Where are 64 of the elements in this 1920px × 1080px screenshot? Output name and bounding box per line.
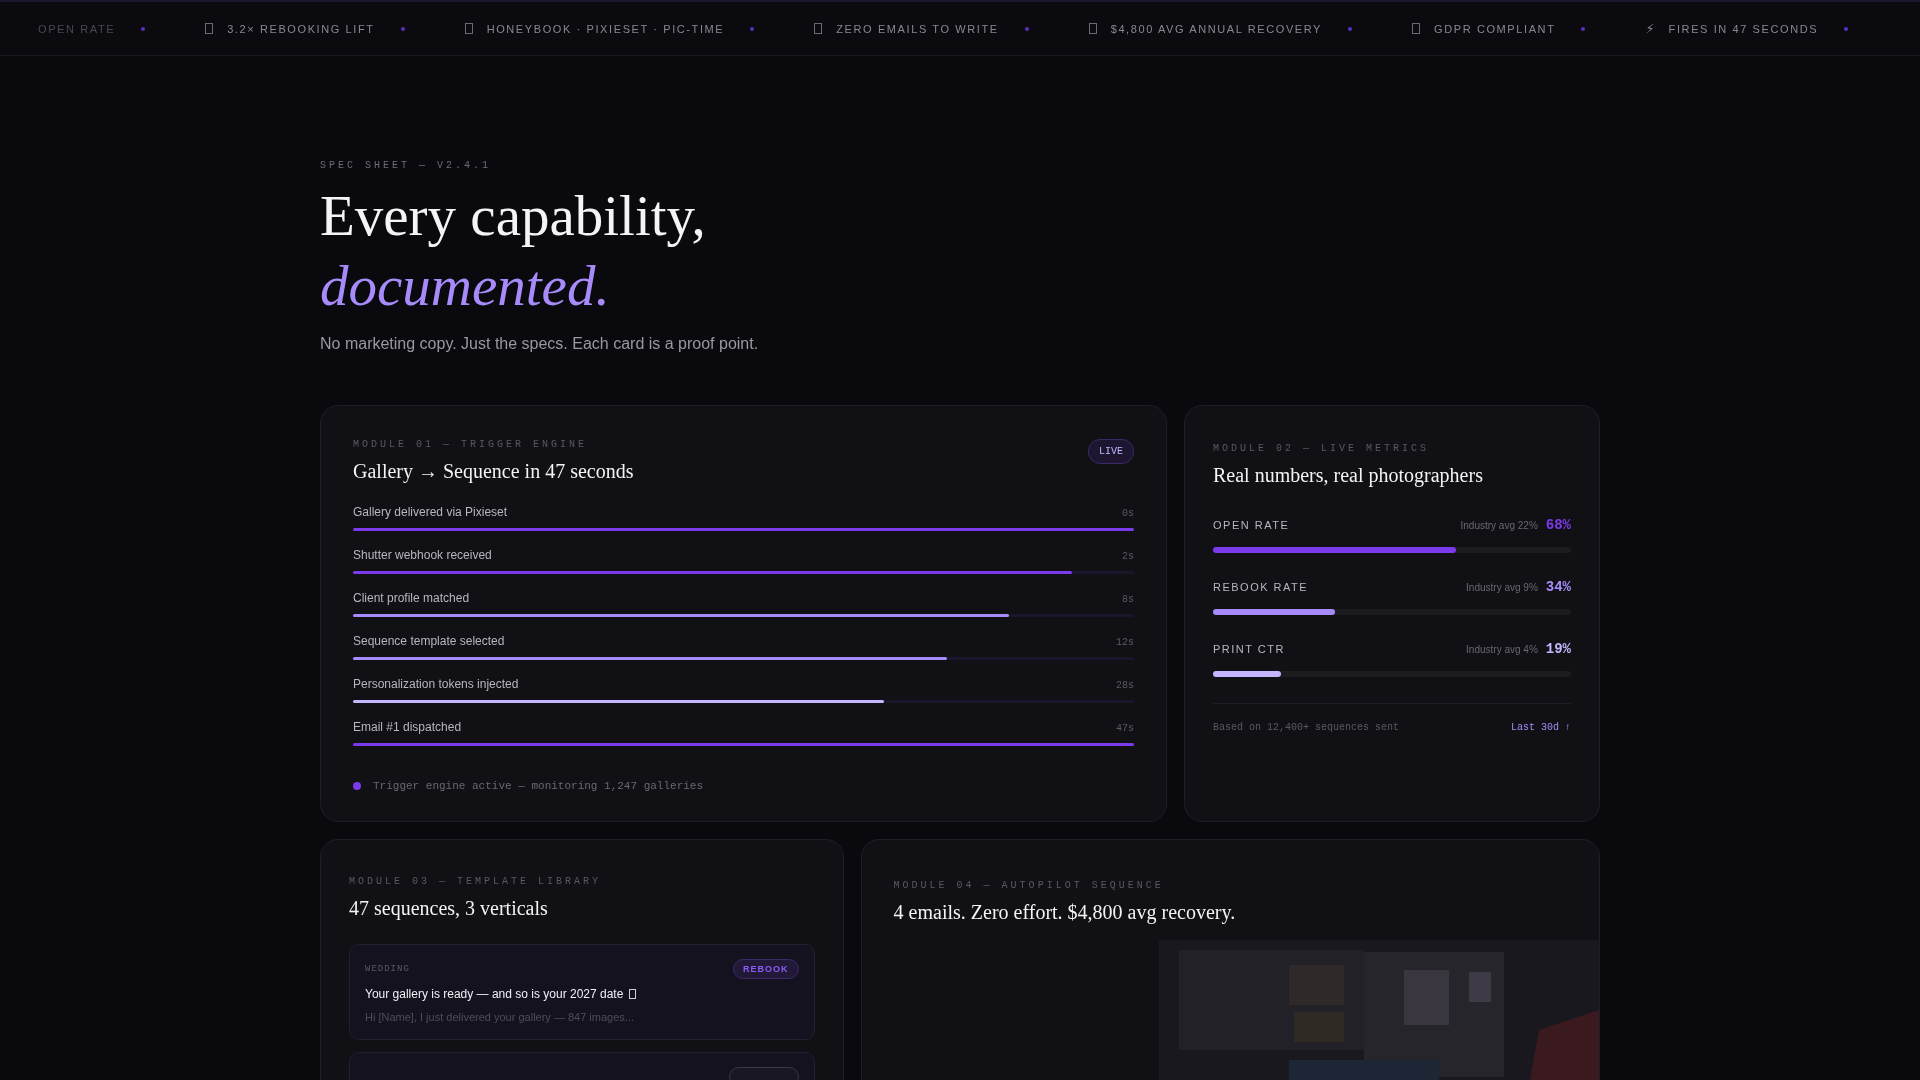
separator-dot-icon — [1348, 26, 1353, 31]
metric-value: 68% — [1545, 517, 1571, 533]
footnote: Based on 12,400+ sequences sent — [1213, 722, 1400, 733]
separator-dot-icon — [141, 26, 146, 31]
placeholder-glyph-icon — [814, 23, 823, 34]
step-label: Client profile matched — [353, 591, 470, 605]
email-subject: Your gallery is ready — and so is your 2027 date — [365, 987, 624, 1001]
step-time: 12s — [1116, 637, 1134, 648]
page-title-accent: documented. — [320, 253, 611, 319]
separator-dot-icon — [1844, 26, 1849, 31]
live-badge: LIVE — [1088, 439, 1134, 464]
placeholder-glyph-icon — [1088, 23, 1097, 34]
benchmark-text: Industry avg 9% — [1466, 581, 1538, 593]
card-title: 47 sequences, 3 verticals — [349, 897, 549, 920]
rebook-tag: REBOOK — [733, 959, 799, 979]
template-card[interactable]: WEDDING REBOOK Your gallery is ready — and so is your 2027 date Hi [Name], I just delivered your gallery — 847 images... — [349, 944, 815, 1040]
placeholder-glyph-icon — [205, 23, 214, 34]
status-text: Trigger engine active — monitoring 1,247 galleries — [373, 780, 704, 792]
ticker-label: OPEN RATE — [38, 22, 116, 35]
email-preview: Hi [Name], I just delivered your gallery — 847 images... — [365, 1011, 635, 1023]
card-title: 4 emails. Zero effort. $4,800 avg recovery. — [893, 901, 1237, 924]
step-time: 0s — [1122, 508, 1134, 519]
module-label: MODULE 04 — AUTOPILOT SEQUENCE — [893, 880, 1165, 891]
step-label: Gallery delivered via Pixieset — [353, 505, 508, 519]
module-label: MODULE 01 — TRIGGER ENGINE — [353, 439, 589, 450]
placeholder-glyph-icon — [1412, 23, 1421, 34]
ticker-label: $4,800 AVG ANNUAL RECOVERY — [1110, 22, 1323, 35]
vertical-label: WEDDING — [365, 964, 410, 974]
ticker-label: GDPR COMPLIANT — [1434, 22, 1556, 35]
step-label: Shutter webhook received — [353, 548, 492, 562]
benchmark-text: Industry avg 4% — [1466, 643, 1538, 655]
separator-dot-icon — [400, 26, 405, 31]
subtitle: No marketing copy. Just the specs. Each card is a proof point. — [320, 335, 760, 353]
card-title: Real numbers, real photographers — [1213, 464, 1484, 487]
step-time: 47s — [1116, 723, 1134, 734]
module-label: MODULE 03 — TEMPLATE LIBRARY — [349, 876, 603, 887]
placeholder-glyph-icon — [464, 23, 473, 34]
period-link[interactable]: Last 30d ↑ — [1511, 722, 1571, 733]
status-dot-icon — [353, 782, 361, 790]
step-label: Sequence template selected — [353, 634, 505, 648]
module-label: MODULE 02 — LIVE METRICS — [1213, 443, 1431, 454]
card-title: Gallery → Sequence in 47 seconds — [353, 460, 634, 483]
metric-value: 19% — [1545, 641, 1571, 657]
benchmark-text: Industry avg 22% — [1460, 519, 1538, 531]
placeholder-glyph-icon — [629, 989, 637, 999]
step-time: 2s — [1122, 551, 1134, 562]
lightning-icon: ⚡ — [1645, 21, 1655, 36]
ticker-label: 3.2× REBOOKING LIFT — [227, 22, 375, 35]
ticker-label: ZERO EMAILS TO WRITE — [836, 22, 999, 35]
ticker-label: FIRES IN 47 SECONDS — [1668, 22, 1819, 35]
metric-name: REBOOK RATE — [1213, 581, 1309, 593]
ticker-label: HONEYBOOK · PIXIESET · PIC-TIME — [486, 22, 725, 35]
metric-name: OPEN RATE — [1213, 519, 1290, 531]
step-label: Personalization tokens injected — [353, 677, 519, 691]
step-time: 8s — [1122, 594, 1134, 605]
metric-name: PRINT CTR — [1213, 643, 1285, 655]
separator-dot-icon — [1024, 26, 1029, 31]
metric-value: 34% — [1545, 579, 1571, 595]
page-title: Every capability, — [320, 183, 707, 249]
separator-dot-icon — [750, 26, 755, 31]
separator-dot-icon — [1581, 26, 1586, 31]
eyebrow-label: SPEC SHEET — V2.4.1 — [320, 160, 493, 171]
step-time: 28s — [1116, 680, 1134, 691]
step-label: Email #1 dispatched — [353, 720, 462, 734]
